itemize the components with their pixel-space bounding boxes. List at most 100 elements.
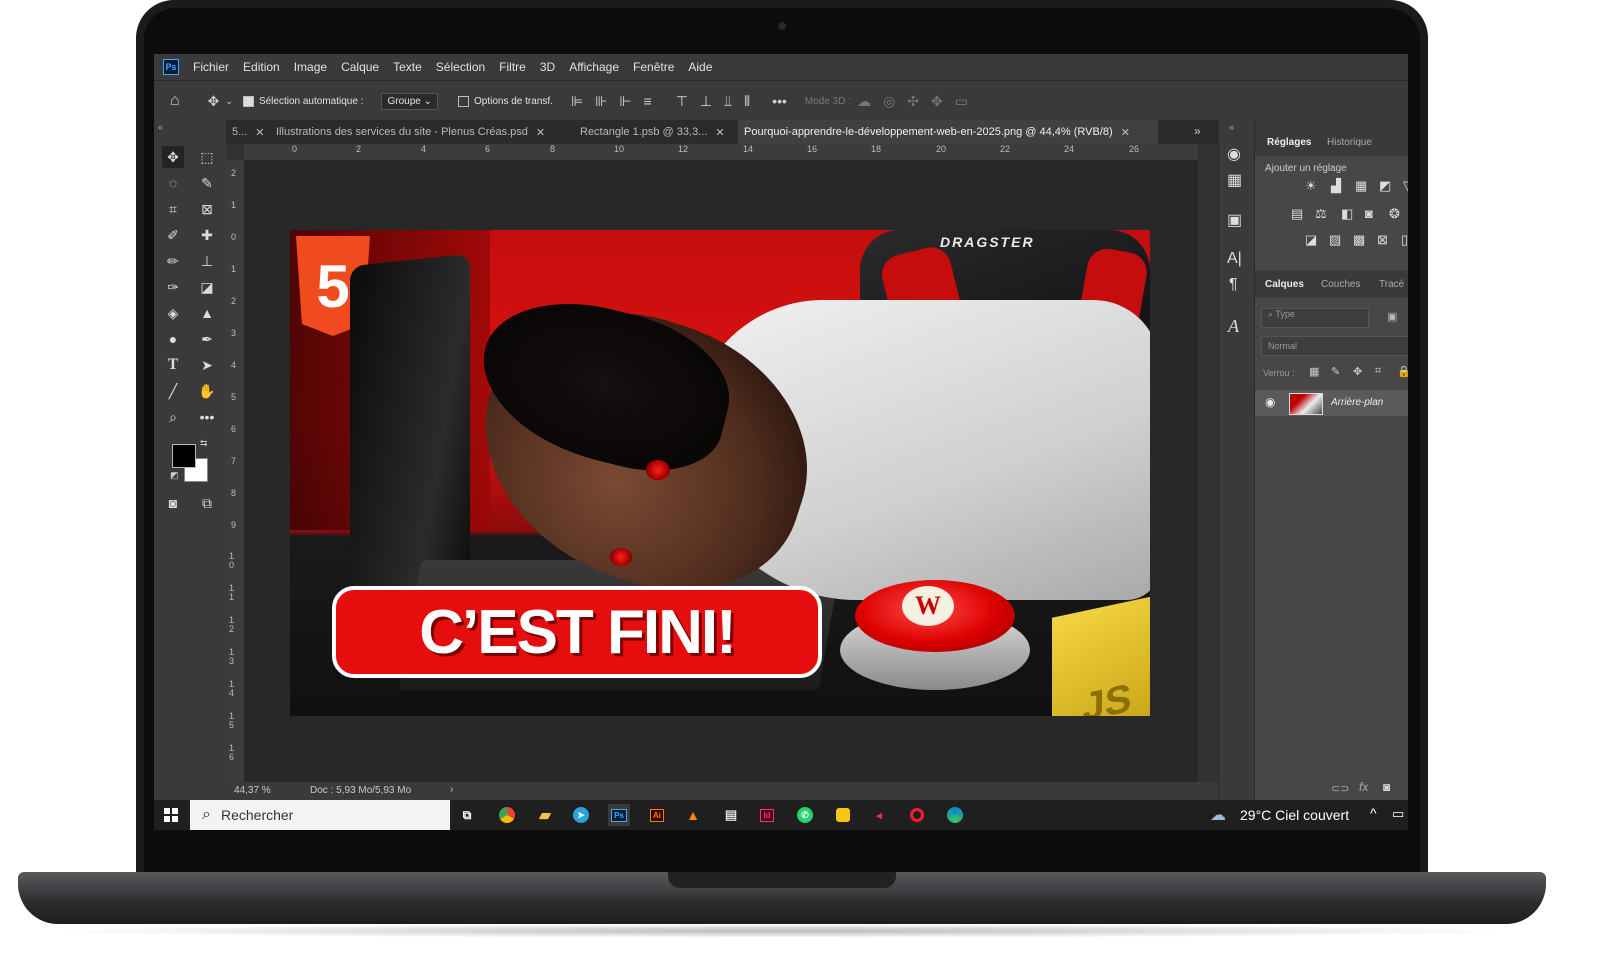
distribute-v-icon[interactable]: ⦀	[744, 93, 750, 110]
paragraph-panel-icon[interactable]: ¶	[1229, 276, 1238, 294]
weather-text[interactable]: 29°C Ciel couvert	[1240, 807, 1349, 823]
align-right-icon[interactable]: ⊩	[619, 93, 631, 110]
tab-historique[interactable]: Historique	[1327, 137, 1372, 148]
marquee-tool-icon[interactable]: ⬚	[196, 146, 218, 168]
bucket-tool-icon[interactable]: ◈	[162, 302, 184, 324]
selective-color-icon[interactable]: ▯	[1401, 232, 1408, 248]
network-icon[interactable]: ▭	[1392, 806, 1404, 822]
menu-affichage[interactable]: Affichage	[569, 60, 619, 74]
line-tool-icon[interactable]: ╱	[162, 380, 184, 402]
roll-3d-icon[interactable]: ◎	[883, 93, 895, 110]
task-view-icon[interactable]: ⧉	[456, 804, 478, 826]
hand-tool-icon[interactable]: ✋	[196, 380, 218, 402]
edge-icon[interactable]	[947, 807, 963, 823]
brightness-icon[interactable]: ☀	[1305, 178, 1317, 194]
auto-select-checkbox[interactable]	[242, 95, 254, 107]
gradient-map-icon[interactable]: ⊠	[1377, 232, 1388, 248]
menu-fenetre[interactable]: Fenêtre	[633, 60, 674, 74]
camera-3d-icon[interactable]: ▭	[955, 93, 968, 110]
path-select-tool-icon[interactable]: ➤	[196, 354, 218, 376]
lock-pixels-icon[interactable]: ▦	[1309, 365, 1319, 378]
type-tool-icon[interactable]: T	[162, 354, 184, 376]
canvas-area[interactable]: 5 DRAGSTER W JS C’EST FINI!	[244, 161, 1198, 782]
menu-image[interactable]: Image	[294, 60, 327, 74]
crop-tool-icon[interactable]: ⌗	[162, 198, 184, 220]
add-mask-icon[interactable]: ◙	[1383, 780, 1390, 794]
menu-calque[interactable]: Calque	[341, 60, 379, 74]
menu-3d[interactable]: 3D	[540, 60, 555, 74]
layer-name[interactable]: Arrière-plan	[1331, 397, 1383, 408]
tab-trace[interactable]: Tracé	[1379, 279, 1404, 290]
menu-edition[interactable]: Edition	[243, 60, 280, 74]
tab-doc-active[interactable]: Pourquoi-apprendre-le-développement-web-…	[738, 120, 1158, 144]
chevron-right-icon[interactable]: ›	[450, 784, 453, 795]
tray-chevron-icon[interactable]: ^	[1370, 805, 1377, 821]
indesign-icon[interactable]: Id	[760, 808, 774, 822]
lock-position-icon[interactable]: ✥	[1353, 365, 1362, 378]
swatches-panel-icon[interactable]: ▦	[1227, 170, 1242, 190]
bw-icon[interactable]: ◧	[1341, 206, 1353, 222]
align-top-icon[interactable]: ⊤	[676, 93, 688, 110]
app-icon[interactable]: ▤	[720, 804, 742, 826]
menu-texte[interactable]: Texte	[393, 60, 422, 74]
levels-icon[interactable]: ▟	[1331, 178, 1341, 194]
blur-tool-icon[interactable]: ▲	[196, 302, 218, 324]
chrome-icon[interactable]	[499, 807, 515, 823]
character-panel-icon[interactable]: A|	[1227, 250, 1242, 268]
vlc-icon[interactable]: ▲	[682, 804, 704, 826]
stamp-tool-icon[interactable]: ⊥	[196, 250, 218, 272]
more-tools-icon[interactable]: •••	[196, 406, 218, 428]
opera-icon[interactable]	[910, 808, 924, 822]
close-icon[interactable]: ✕	[536, 126, 545, 139]
exposure-icon[interactable]: ◩	[1379, 178, 1391, 194]
hue-icon[interactable]: ▤	[1291, 206, 1303, 222]
group-select[interactable]: Groupe ⌄	[381, 92, 438, 110]
align-bottom-icon[interactable]: ⫫	[724, 93, 732, 110]
menu-aide[interactable]: Aide	[688, 60, 712, 74]
distribute-icon[interactable]: ≡	[644, 93, 652, 109]
libraries-panel-icon[interactable]: ▣	[1227, 210, 1242, 230]
close-icon[interactable]: ✕	[715, 126, 724, 139]
dodge-tool-icon[interactable]: ●	[162, 328, 184, 350]
default-colors-icon[interactable]: ◩	[170, 470, 179, 481]
curves-icon[interactable]: ▦	[1355, 178, 1367, 194]
lock-all-icon[interactable]: 🔒	[1397, 365, 1408, 378]
tab-doc-2[interactable]: Illustrations des services du site - Ple…	[270, 120, 570, 144]
swap-colors-icon[interactable]: ⇆	[200, 438, 208, 449]
telegram-icon[interactable]: ➤	[573, 807, 589, 823]
brush-tool-icon[interactable]: ✏	[162, 250, 184, 272]
layer-row[interactable]: ◉ Arrière-plan	[1255, 390, 1408, 416]
menu-selection[interactable]: Sélection	[436, 60, 485, 74]
pen-tool-icon[interactable]: ✒	[196, 328, 218, 350]
app2-icon[interactable]	[836, 808, 850, 822]
glyphs-panel-icon[interactable]: A	[1228, 316, 1239, 337]
doc-size[interactable]: Doc : 5,93 Mo/5,93 Mo	[310, 785, 411, 796]
photo-filter-icon[interactable]: ◙	[1365, 206, 1373, 221]
photoshop-taskbar-icon[interactable]: Ps	[608, 804, 630, 826]
tab-doc-3[interactable]: Rectangle 1.psb @ 33,3... ✕	[574, 120, 734, 144]
fx-icon[interactable]: fx	[1359, 780, 1368, 794]
lock-brush-icon[interactable]: ✎	[1331, 365, 1340, 378]
layer-filter-input[interactable]: ⌕ Type	[1261, 308, 1369, 328]
threshold-icon[interactable]: ▩	[1353, 232, 1365, 248]
invert-icon[interactable]: ◪	[1305, 232, 1317, 248]
whatsapp-icon[interactable]: ✆	[797, 807, 813, 823]
history-brush-tool-icon[interactable]: ✑	[162, 276, 184, 298]
filter-image-icon[interactable]: ▣	[1387, 310, 1397, 323]
close-icon[interactable]: ✕	[255, 126, 264, 139]
quick-select-tool-icon[interactable]: ✎	[196, 172, 218, 194]
tab-doc-1[interactable]: 5... ✕	[226, 120, 266, 144]
foreground-color-swatch[interactable]	[172, 444, 196, 468]
expand-icon[interactable]: «	[1229, 122, 1234, 132]
folder-icon[interactable]: ▰	[534, 804, 556, 826]
quick-mask-icon[interactable]: ◙	[162, 492, 184, 514]
collapse-icon[interactable]: «	[158, 122, 163, 132]
tab-couches[interactable]: Couches	[1321, 279, 1360, 290]
chevron-down-icon[interactable]: ⌄	[225, 96, 233, 107]
tab-calques[interactable]: Calques	[1265, 279, 1304, 290]
eye-icon[interactable]: ◉	[1265, 395, 1275, 409]
blend-mode-select[interactable]: Normal	[1261, 336, 1408, 356]
eraser-tool-icon[interactable]: ◪	[196, 276, 218, 298]
weather-icon[interactable]: ☁	[1210, 805, 1226, 825]
channel-mixer-icon[interactable]: ❂	[1389, 206, 1400, 222]
